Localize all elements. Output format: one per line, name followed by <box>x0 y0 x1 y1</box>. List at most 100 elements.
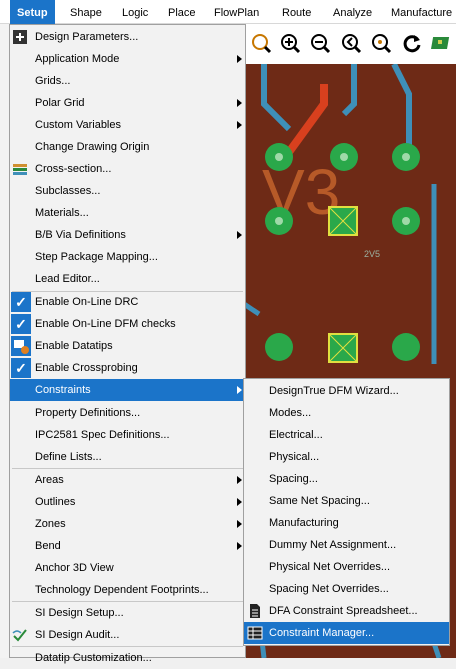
submenu-item-modes[interactable]: Modes... <box>244 402 449 424</box>
cross-section-icon <box>13 164 27 175</box>
menu-analyze[interactable]: Analyze <box>333 0 372 24</box>
menu-item-ipc2581-spec[interactable]: IPC2581 Spec Definitions... <box>10 424 245 446</box>
menu-item-materials[interactable]: Materials... <box>10 202 245 224</box>
menu-item-polar-grid[interactable]: Polar Grid <box>10 92 245 114</box>
zoom-in-icon[interactable] <box>279 32 301 54</box>
menu-item-enable-online-drc[interactable]: ✓ Enable On-Line DRC <box>10 291 245 313</box>
submenu-arrow-icon <box>237 231 242 239</box>
menu-item-cross-section[interactable]: Cross-section... <box>10 158 245 180</box>
menu-item-lead-editor[interactable]: Lead Editor... <box>10 268 245 290</box>
menu-item-label: Constraints <box>35 384 91 396</box>
menu-item-step-package-mapping[interactable]: Step Package Mapping... <box>10 246 245 268</box>
submenu-item-physical-net-overrides[interactable]: Physical Net Overrides... <box>244 556 449 578</box>
menu-item-subclasses[interactable]: Subclasses... <box>10 180 245 202</box>
menu-route[interactable]: Route <box>282 0 311 24</box>
menu-item-label: Dummy Net Assignment... <box>269 539 397 551</box>
submenu-arrow-icon <box>237 476 242 484</box>
zoom-center-icon[interactable] <box>370 32 392 54</box>
menu-item-label: Enable On-Line DFM checks <box>35 318 176 330</box>
menu-item-define-lists[interactable]: Define Lists... <box>10 446 245 468</box>
menu-item-label: Application Mode <box>35 53 120 65</box>
menu-item-label: Areas <box>35 474 64 486</box>
menu-item-datatip-customization[interactable]: Datatip Customization... <box>10 647 245 669</box>
submenu-item-same-net-spacing[interactable]: Same Net Spacing... <box>244 490 449 512</box>
menu-item-constraints[interactable]: Constraints <box>10 379 245 401</box>
menu-item-enable-datatips[interactable]: Enable Datatips <box>10 335 245 357</box>
menu-manufacture[interactable]: Manufacture <box>391 0 452 24</box>
menu-item-application-mode[interactable]: Application Mode <box>10 48 245 70</box>
menu-item-label: Polar Grid <box>35 97 85 109</box>
menu-item-label: Physical Net Overrides... <box>269 561 391 573</box>
menu-item-label: Spacing... <box>269 473 318 485</box>
menu-item-anchor-3d-view[interactable]: Anchor 3D View <box>10 557 245 579</box>
menu-item-label: Same Net Spacing... <box>269 495 370 507</box>
menu-setup[interactable]: Setup <box>10 0 55 24</box>
3d-view-icon[interactable] <box>431 32 453 54</box>
checkmark-icon: ✓ <box>11 314 31 334</box>
menu-item-design-parameters[interactable]: Design Parameters... <box>10 26 245 48</box>
design-parameters-icon <box>13 30 27 44</box>
menu-item-bend[interactable]: Bend <box>10 535 245 557</box>
redraw-icon[interactable] <box>401 32 423 54</box>
menu-item-label: Design Parameters... <box>35 31 139 43</box>
menu-item-bb-via-definitions[interactable]: B/B Via Definitions <box>10 224 245 246</box>
zoom-out-icon[interactable] <box>309 32 331 54</box>
submenu-item-dfa-constraint-spreadsheet[interactable]: DFA Constraint Spreadsheet... <box>244 600 449 622</box>
submenu-arrow-icon <box>237 121 242 129</box>
menu-item-si-design-setup[interactable]: SI Design Setup... <box>10 602 245 624</box>
submenu-item-spacing-net-overrides[interactable]: Spacing Net Overrides... <box>244 578 449 600</box>
menu-item-property-definitions[interactable]: Property Definitions... <box>10 402 245 424</box>
submenu-item-spacing[interactable]: Spacing... <box>244 468 449 490</box>
menu-item-label: Change Drawing Origin <box>35 141 150 153</box>
menu-item-label: Enable On-Line DRC <box>35 296 139 308</box>
menu-item-label: Grids... <box>35 75 71 87</box>
submenu-item-physical[interactable]: Physical... <box>244 446 449 468</box>
menu-item-technology-dependent-footprints[interactable]: Technology Dependent Footprints... <box>10 579 245 601</box>
submenu-item-dummy-net-assignment[interactable]: Dummy Net Assignment... <box>244 534 449 556</box>
menu-item-label: DFA Constraint Spreadsheet... <box>269 605 418 617</box>
menu-item-enable-online-dfm[interactable]: ✓ Enable On-Line DFM checks <box>10 313 245 335</box>
submenu-arrow-icon <box>237 99 242 107</box>
menu-place[interactable]: Place <box>168 0 196 24</box>
menu-item-change-drawing-origin[interactable]: Change Drawing Origin <box>10 136 245 158</box>
si-audit-icon <box>12 629 27 642</box>
menu-item-grids[interactable]: Grids... <box>10 70 245 92</box>
menu-item-label: Property Definitions... <box>35 407 141 419</box>
submenu-arrow-icon <box>237 542 242 550</box>
menu-item-label: Define Lists... <box>35 451 102 463</box>
menu-item-enable-crossprobing[interactable]: ✓ Enable Crossprobing <box>10 357 245 379</box>
menu-item-label: DesignTrue DFM Wizard... <box>269 385 399 397</box>
toolbar <box>244 24 456 64</box>
menu-item-label: SI Design Setup... <box>35 607 124 619</box>
menu-item-label: Technology Dependent Footprints... <box>35 584 209 596</box>
submenu-item-constraint-manager[interactable]: Constraint Manager... <box>244 622 449 644</box>
menu-item-outlines[interactable]: Outlines <box>10 491 245 513</box>
menu-logic[interactable]: Logic <box>122 0 148 24</box>
setup-menu: Design Parameters... Application Mode Gr… <box>9 24 246 664</box>
svg-text:2V5: 2V5 <box>364 249 380 259</box>
constraints-submenu: DesignTrue DFM Wizard... Modes... Electr… <box>243 378 450 646</box>
menu-item-custom-variables[interactable]: Custom Variables <box>10 114 245 136</box>
menu-item-label: SI Design Audit... <box>35 629 120 641</box>
menu-item-label: Enable Datatips <box>35 340 113 352</box>
menu-flowplan[interactable]: FlowPlan <box>214 0 259 24</box>
menu-item-label: Materials... <box>35 207 89 219</box>
menu-item-label: Bend <box>35 540 61 552</box>
submenu-item-manufacturing[interactable]: Manufacturing <box>244 512 449 534</box>
menu-item-label: Electrical... <box>269 429 323 441</box>
menu-item-areas[interactable]: Areas <box>10 469 245 491</box>
submenu-arrow-icon <box>237 55 242 63</box>
zoom-fit-icon[interactable] <box>250 32 272 54</box>
submenu-item-designtrue-dfm-wizard[interactable]: DesignTrue DFM Wizard... <box>244 380 449 402</box>
menu-item-zones[interactable]: Zones <box>10 513 245 535</box>
menu-item-label: Enable Crossprobing <box>35 362 138 374</box>
menu-item-label: Subclasses... <box>35 185 101 197</box>
menu-item-label: Datatip Customization... <box>35 652 152 664</box>
menu-bar: Setup Shape Logic Place FlowPlan Route A… <box>0 0 456 24</box>
menu-item-label: Spacing Net Overrides... <box>269 583 389 595</box>
zoom-previous-icon[interactable] <box>340 32 362 54</box>
submenu-arrow-icon <box>237 498 242 506</box>
submenu-item-electrical[interactable]: Electrical... <box>244 424 449 446</box>
menu-item-si-design-audit[interactable]: SI Design Audit... <box>10 624 245 646</box>
menu-shape[interactable]: Shape <box>70 0 102 24</box>
